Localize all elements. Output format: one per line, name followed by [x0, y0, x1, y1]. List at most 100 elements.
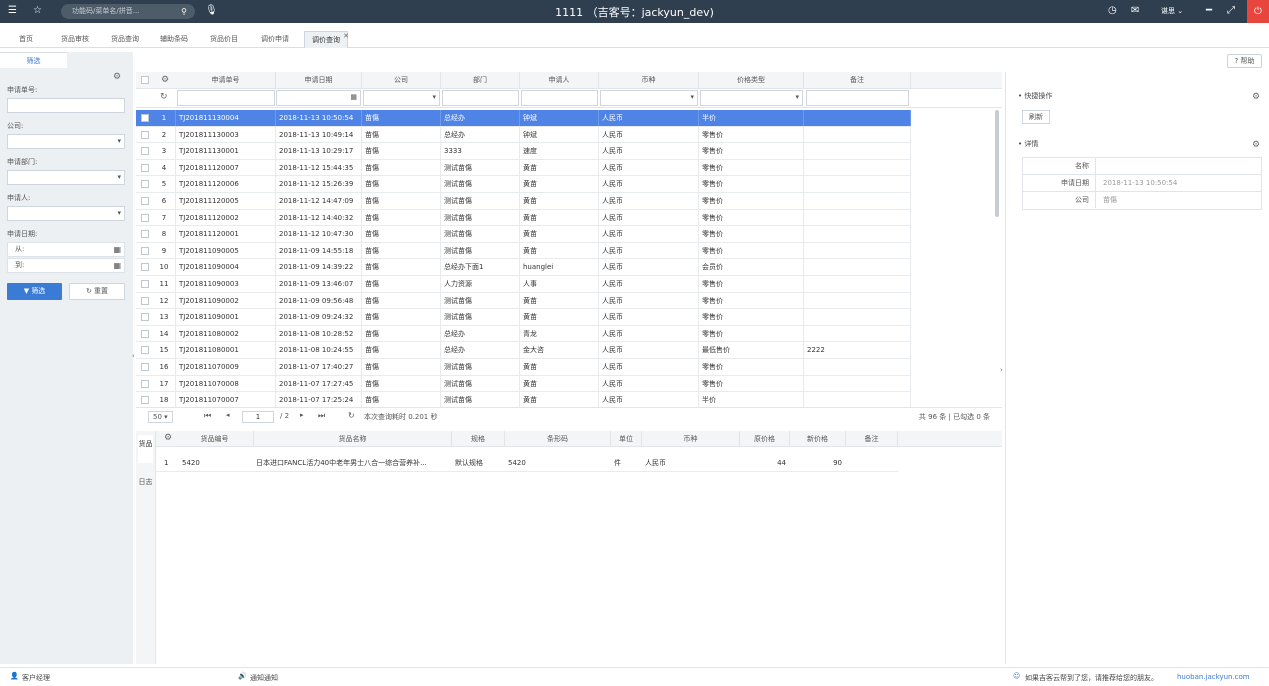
col-goods-no[interactable]: 货品编号 — [176, 431, 254, 447]
calendar-icon[interactable]: ▦ — [350, 93, 357, 101]
user-menu[interactable]: 谌思 ⌄ — [1161, 6, 1183, 16]
refresh-button[interactable]: 刷新 — [1022, 110, 1050, 124]
clock-icon[interactable]: ◷ — [1108, 5, 1117, 17]
col-remark[interactable]: 备注 — [846, 431, 898, 447]
row-checkbox[interactable] — [141, 180, 149, 189]
tab-home[interactable]: 首页 — [8, 31, 44, 48]
col-currency[interactable]: 币种 — [642, 431, 740, 447]
table-row[interactable]: 1 5420 日本进口FANCL活力40中老年男士八合一综合营养补... 默认规… — [156, 456, 898, 472]
row-checkbox[interactable] — [141, 280, 149, 288]
table-row[interactable]: 6 TJ201811120005 2018-11-12 14:47:09 苗傷 测试苗傷… — [136, 193, 911, 210]
table-row[interactable]: 18 TJ201811070007 2018-11-07 17:25:24 苗傷 测试苗… — [136, 392, 911, 407]
sidebar-collapse-handle[interactable]: ‹ — [132, 352, 135, 362]
gear-icon[interactable]: ⚙ — [1252, 140, 1260, 150]
power-icon[interactable]: ⏻ — [1247, 0, 1269, 23]
manager-link[interactable]: 客户经理 — [22, 673, 50, 683]
tab-aux-barcode[interactable]: 辅助条码 — [153, 31, 195, 48]
row-checkbox[interactable] — [141, 313, 149, 322]
col-apply-date[interactable]: 申请日期 — [276, 72, 362, 89]
col-unit[interactable]: 单位 — [611, 431, 642, 447]
calendar-icon[interactable]: ▦ — [113, 243, 121, 256]
row-checkbox[interactable] — [141, 329, 149, 338]
filter-dept[interactable] — [442, 90, 519, 106]
col-new-price[interactable]: 新价格 — [790, 431, 846, 447]
row-checkbox[interactable] — [141, 296, 149, 305]
table-row[interactable]: 11 TJ201811090003 2018-11-09 13:46:07 苗傷 人力资… — [136, 276, 911, 293]
table-row[interactable]: 13 TJ201811090001 2018-11-09 09:24:32 苗傷 测试苗… — [136, 309, 911, 326]
table-row[interactable]: 5 TJ201811120006 2018-11-12 15:26:39 苗傷 测试苗傷… — [136, 176, 911, 193]
filter-price-type[interactable]: ▾ — [700, 90, 803, 106]
row-checkbox[interactable] — [141, 263, 149, 272]
last-page-icon[interactable]: ⏭ — [318, 411, 325, 421]
col-applicant[interactable]: 申请人 — [520, 72, 599, 89]
row-checkbox[interactable] — [141, 379, 149, 388]
gear-icon[interactable]: ⚙ — [1252, 92, 1260, 102]
gear-icon[interactable]: ⚙ — [113, 72, 121, 82]
mail-icon[interactable]: ✉ — [1131, 5, 1139, 17]
table-row[interactable]: 8 TJ201811120001 2018-11-12 10:47:30 苗傷 测试苗傷… — [136, 226, 911, 243]
gear-icon[interactable]: ⚙ — [161, 75, 169, 85]
col-apply-no[interactable]: 申请单号 — [176, 72, 276, 89]
close-icon[interactable]: ✕ — [343, 28, 349, 45]
select-all-checkbox[interactable] — [141, 76, 149, 84]
tab-goods-audit[interactable]: 货品审核 — [54, 31, 96, 48]
filter-remark[interactable] — [806, 90, 909, 106]
next-page-icon[interactable]: ▸ — [300, 411, 304, 419]
col-dept[interactable]: 部门 — [441, 72, 520, 89]
filter-apply-no[interactable] — [177, 90, 275, 106]
reset-button[interactable]: ↻ 重置 — [69, 283, 125, 300]
table-row[interactable]: 3 TJ201811130001 2018-11-13 10:29:17 苗傷 3333… — [136, 143, 911, 160]
tab-goods-query[interactable]: 货品查询 — [104, 31, 146, 48]
row-checkbox[interactable] — [141, 396, 149, 405]
gear-icon[interactable]: ⚙ — [164, 433, 172, 443]
table-row[interactable]: 10 TJ201811090004 2018-11-09 14:39:22 苗傷 总经办… — [136, 259, 911, 276]
reload-icon[interactable]: ↻ — [348, 411, 355, 420]
calendar-icon[interactable]: ▦ — [113, 259, 121, 272]
row-checkbox[interactable] — [141, 114, 149, 122]
col-old-price[interactable]: 原价格 — [740, 431, 790, 447]
grid-scrollbar[interactable] — [995, 110, 999, 217]
table-row[interactable]: 14 TJ201811080002 2018-11-08 10:28:52 苗傷 总经办… — [136, 325, 911, 343]
promo-link[interactable]: huoban.jackyun.com — [1177, 673, 1250, 681]
row-checkbox[interactable] — [141, 197, 149, 205]
notice-link[interactable]: 通知通知 — [250, 673, 278, 683]
filter-company[interactable]: ▾ — [363, 90, 440, 106]
col-barcode[interactable]: 条形码 — [505, 431, 611, 447]
filter-applicant[interactable] — [521, 90, 598, 106]
filter-button[interactable]: ▼ 筛选 — [7, 283, 62, 300]
col-company[interactable]: 公司 — [362, 72, 441, 89]
row-checkbox[interactable] — [141, 246, 149, 255]
col-price-type[interactable]: 价格类型 — [699, 72, 804, 89]
table-row[interactable]: 12 TJ201811090002 2018-11-09 09:56:48 苗傷 测试苗… — [136, 292, 911, 310]
applicant-select[interactable]: ▾ — [7, 206, 125, 221]
row-checkbox[interactable] — [141, 163, 149, 172]
page-input[interactable]: 1 — [242, 411, 274, 423]
tab-goods-price[interactable]: 货品价目 — [203, 31, 245, 48]
table-row[interactable]: 2 TJ201811130003 2018-11-13 10:49:14 苗傷 总经办钟… — [136, 126, 911, 144]
filter-apply-date[interactable]: ▦ — [276, 90, 361, 106]
row-checkbox[interactable] — [141, 230, 149, 239]
minimize-icon[interactable]: ━ — [1206, 5, 1212, 17]
company-select[interactable]: ▾ — [7, 134, 125, 149]
table-row[interactable]: 17 TJ201811070008 2018-11-07 17:27:45 苗傷 测试苗… — [136, 375, 911, 393]
maximize-icon[interactable]: ⤢ — [1227, 5, 1235, 17]
right-collapse-handle[interactable]: › — [1000, 366, 1003, 374]
refresh-icon[interactable]: ↻ — [160, 92, 168, 102]
row-checkbox[interactable] — [141, 147, 149, 156]
filter-tab[interactable]: 筛选 — [0, 52, 67, 68]
col-currency[interactable]: 币种 — [599, 72, 699, 89]
table-row[interactable]: 15 TJ201811080001 2018-11-08 10:24:55 苗傷 总经办… — [136, 342, 911, 359]
table-row[interactable]: 7 TJ201811120002 2018-11-12 14:40:32 苗傷 测试苗傷… — [136, 209, 911, 227]
table-row[interactable]: 16 TJ201811070009 2018-11-07 17:40:27 苗傷 测试苗… — [136, 359, 911, 376]
tab-price-query[interactable]: 调价查询 ✕ — [304, 28, 349, 48]
col-spec[interactable]: 规格 — [452, 431, 505, 447]
first-page-icon[interactable]: ⏮ — [204, 411, 211, 421]
dept-select[interactable]: ▾ — [7, 170, 125, 185]
table-row[interactable]: 1 TJ201811130004 2018-11-13 10:50:54 苗傷 总经办钟… — [136, 110, 911, 127]
table-row[interactable]: 4 TJ201811120007 2018-11-12 15:44:35 苗傷 测试苗傷… — [136, 159, 911, 177]
prev-page-icon[interactable]: ◂ — [226, 411, 230, 419]
filter-currency[interactable]: ▾ — [600, 90, 698, 106]
tab-price-apply[interactable]: 调价申请 — [254, 31, 296, 48]
vtab-goods[interactable]: 货品 — [138, 435, 153, 463]
page-size-select[interactable]: 50 ▾ — [148, 411, 173, 423]
